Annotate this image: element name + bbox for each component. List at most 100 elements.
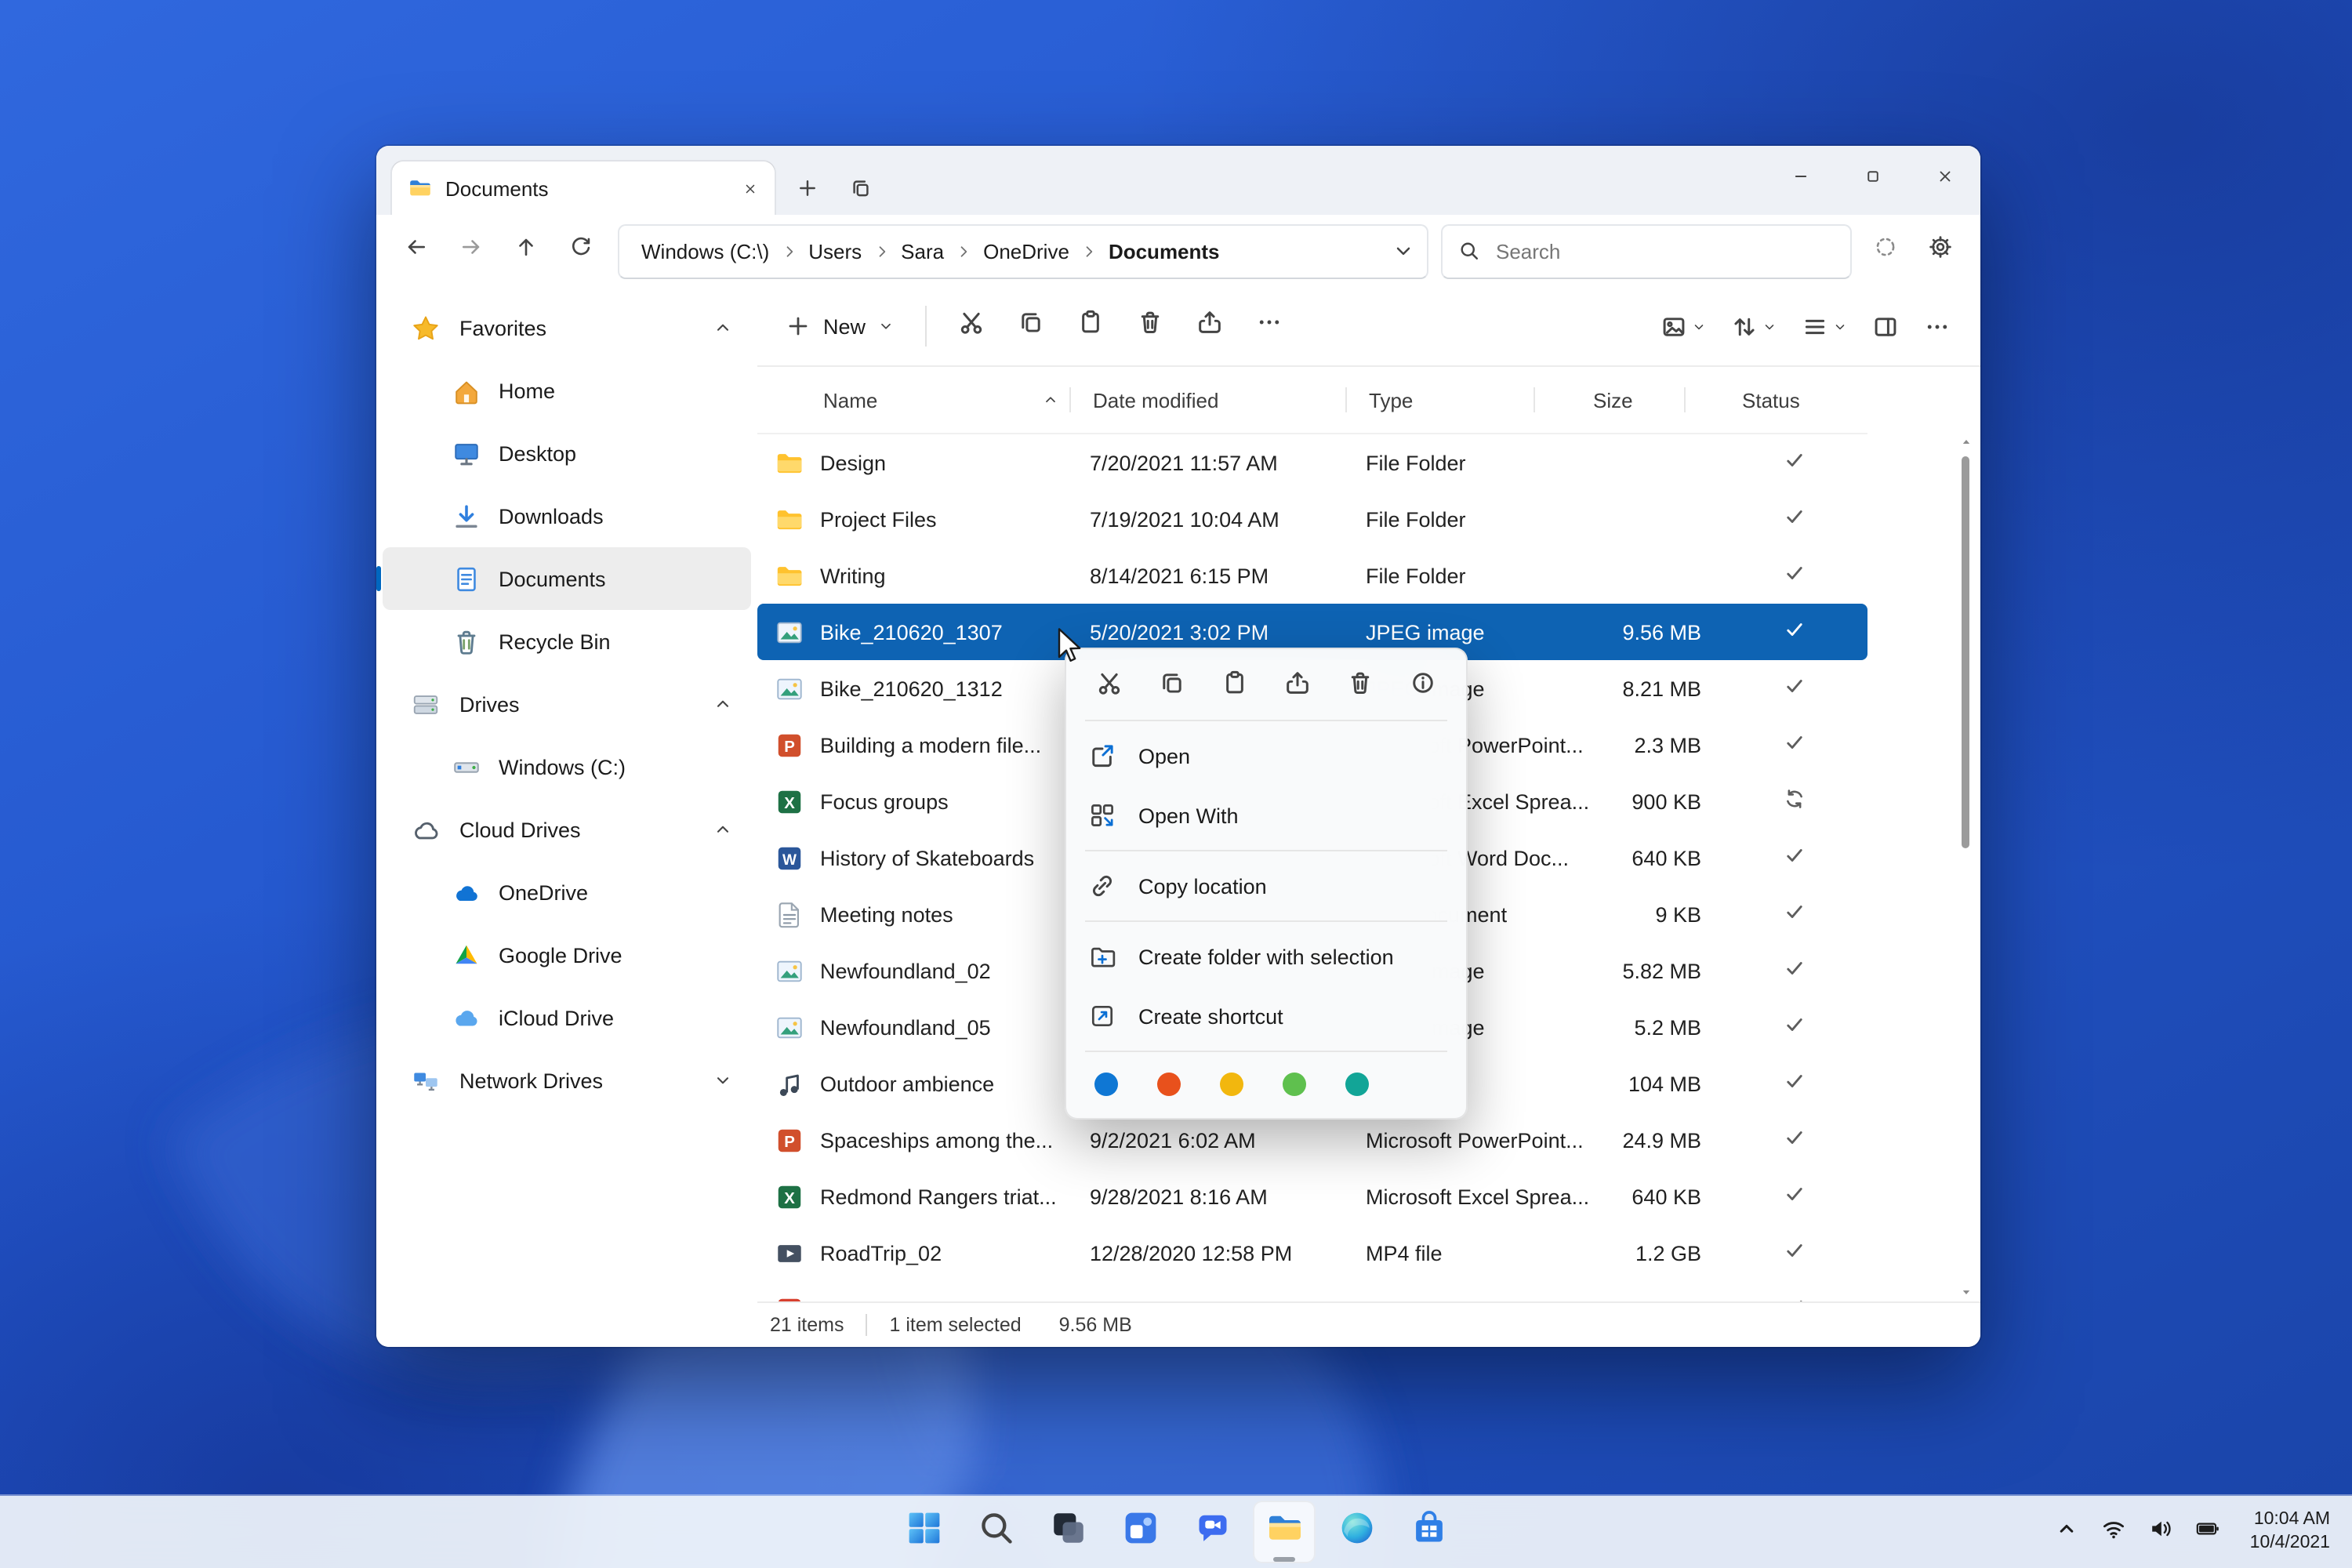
close-button[interactable] <box>1908 146 1980 212</box>
file-row[interactable]: Project Files7/19/2021 10:04 AMFile Fold… <box>757 491 1867 547</box>
column-header-type[interactable]: Type <box>1366 367 1554 433</box>
plus-icon <box>786 314 811 339</box>
tab-documents[interactable]: Documents <box>392 162 775 215</box>
tag-dot[interactable] <box>1220 1073 1243 1096</box>
tray-chevron-button[interactable] <box>2049 1515 2084 1549</box>
wifi-button[interactable] <box>2096 1515 2131 1549</box>
sidebar-item-home[interactable]: Home <box>383 359 751 422</box>
thumbnail-button[interactable] <box>1650 299 1717 353</box>
widgets-button[interactable] <box>1109 1501 1171 1563</box>
new-button[interactable]: New <box>770 299 909 353</box>
file-row[interactable]: Design7/20/2021 11:57 AMFile Folder <box>757 434 1867 491</box>
column-header-size[interactable]: Size <box>1554 367 1704 433</box>
tag-dot[interactable] <box>1345 1073 1369 1096</box>
task-view-button[interactable] <box>1036 1501 1099 1563</box>
tag-dot[interactable] <box>1094 1073 1118 1096</box>
scrollbar-thumb[interactable] <box>1962 456 1969 848</box>
sidebar-item-icloud-drive[interactable]: iCloud Drive <box>383 986 751 1049</box>
more-button[interactable] <box>1913 299 1962 353</box>
store-button[interactable] <box>1397 1501 1460 1563</box>
tab-close-button[interactable] <box>734 172 765 204</box>
scrollbar[interactable] <box>1957 431 1976 1303</box>
forward-button[interactable] <box>447 227 495 275</box>
sidebar-item-onedrive[interactable]: OneDrive <box>383 861 751 924</box>
tag-dot[interactable] <box>1283 1073 1306 1096</box>
file-row[interactable]: PSpaceships among the...9/2/2021 6:02 AM… <box>757 1112 1867 1168</box>
file-row[interactable]: PDFRoaming Raleigh7/30/2021 4:48 PMMicro… <box>757 1281 1867 1301</box>
file-status <box>1704 1126 1867 1154</box>
menu-item-copy-location[interactable]: Copy location <box>1073 856 1460 916</box>
menu-item-create-folder-with-selection[interactable]: Create folder with selection <box>1073 927 1460 986</box>
more-button[interactable] <box>1240 299 1297 353</box>
check-status-icon <box>1782 956 1806 985</box>
breadcrumb-segment[interactable]: Sara <box>891 234 953 267</box>
sidebar-item-google-drive[interactable]: Google Drive <box>383 924 751 986</box>
new-tab-button[interactable] <box>787 168 828 209</box>
sidebar-item-documents[interactable]: Documents <box>383 547 751 610</box>
scroll-up-button[interactable] <box>1960 436 1973 448</box>
details-pane-button[interactable] <box>1861 299 1910 353</box>
breadcrumb-segment[interactable]: Windows (C:\) <box>632 234 779 267</box>
menu-item-create-shortcut[interactable]: Create shortcut <box>1073 986 1460 1046</box>
file-status <box>1704 844 1867 872</box>
delete-button[interactable] <box>1121 299 1178 353</box>
file-row[interactable]: Writing8/14/2021 6:15 PMFile Folder <box>757 547 1867 604</box>
file-explorer-button[interactable] <box>1253 1501 1316 1563</box>
sidebar-item-label: Desktop <box>499 441 576 465</box>
back-button[interactable] <box>392 227 441 275</box>
maximize-button[interactable] <box>1836 146 1908 212</box>
breadcrumb-segment[interactable]: Users <box>799 234 871 267</box>
search-button[interactable] <box>964 1501 1027 1563</box>
clock[interactable]: 10:04 AM 10/4/2021 <box>2250 1508 2330 1556</box>
breadcrumb[interactable]: Windows (C:\) Users Sara OneDrive Documents <box>618 223 1428 278</box>
sidebar-section-cloud-drives[interactable]: Cloud Drives <box>383 798 751 861</box>
back-icon <box>405 235 428 267</box>
menu-item-open-with[interactable]: Open With <box>1073 786 1460 845</box>
sidebar-item-recycle-bin[interactable]: Recycle Bin <box>383 610 751 673</box>
delete-button[interactable] <box>1334 659 1388 712</box>
view-button[interactable] <box>1791 299 1858 353</box>
file-row[interactable]: XRedmond Rangers triat...9/28/2021 8:16 … <box>757 1168 1867 1225</box>
breadcrumb-segment[interactable]: OneDrive <box>974 234 1079 267</box>
file-row[interactable]: RoadTrip_0212/28/2020 12:58 PMMP4 file1.… <box>757 1225 1867 1281</box>
cut-button[interactable] <box>1082 659 1135 712</box>
start-button[interactable] <box>892 1501 955 1563</box>
breadcrumb-dropdown-button[interactable] <box>1392 240 1414 262</box>
up-button[interactable] <box>502 227 550 275</box>
copy-button[interactable] <box>1002 299 1058 353</box>
copy-button[interactable] <box>1145 659 1198 712</box>
sidebar-section-drives[interactable]: Drives <box>383 673 751 735</box>
refresh-button[interactable] <box>557 227 605 275</box>
settings-button[interactable] <box>1916 227 1965 275</box>
sidebar-item-desktop[interactable]: Desktop <box>383 422 751 485</box>
explorer-icon <box>408 176 433 201</box>
sidebar-section-network-drives[interactable]: Network Drives <box>383 1049 751 1112</box>
sort-button[interactable] <box>1720 299 1788 353</box>
info-button[interactable] <box>1397 659 1450 712</box>
sidebar-item-label: Home <box>499 379 555 402</box>
minimize-button[interactable] <box>1764 146 1836 212</box>
edge-button[interactable] <box>1325 1501 1388 1563</box>
volume-button[interactable] <box>2143 1515 2178 1549</box>
chat-button[interactable] <box>1181 1501 1243 1563</box>
search-input[interactable] <box>1493 238 1835 264</box>
tag-dot[interactable] <box>1157 1073 1181 1096</box>
column-header-date[interactable]: Date modified <box>1090 367 1366 433</box>
paste-button[interactable] <box>1208 659 1261 712</box>
home-icon <box>452 376 481 405</box>
breadcrumb-segment[interactable]: Documents <box>1099 234 1229 267</box>
battery-button[interactable] <box>2190 1515 2225 1549</box>
paste-button[interactable] <box>1062 299 1118 353</box>
scroll-down-button[interactable] <box>1960 1286 1973 1298</box>
share-button[interactable] <box>1181 299 1237 353</box>
menu-item-open[interactable]: Open <box>1073 726 1460 786</box>
share-button[interactable] <box>1271 659 1324 712</box>
cut-button[interactable] <box>942 299 999 353</box>
column-header-status[interactable]: Status <box>1704 367 1867 433</box>
column-header-name[interactable]: Name <box>820 367 1090 433</box>
sidebar-section-favorites[interactable]: Favorites <box>383 296 751 359</box>
progress-button[interactable] <box>1861 227 1910 275</box>
tab-actions-button[interactable] <box>840 168 881 209</box>
sidebar-item-windows-c[interactable]: Windows (C:) <box>383 735 751 798</box>
sidebar-item-downloads[interactable]: Downloads <box>383 485 751 547</box>
